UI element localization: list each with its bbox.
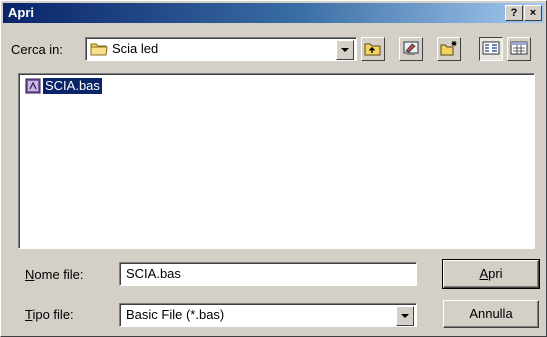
basic-file-icon bbox=[25, 78, 41, 97]
folder-icon bbox=[90, 41, 108, 59]
filetype-dropdown-button[interactable] bbox=[396, 306, 414, 326]
filetype-value: Basic File (*.bas) bbox=[126, 307, 225, 322]
new-folder-button[interactable] bbox=[437, 37, 461, 61]
look-in-dropdown-button[interactable] bbox=[336, 40, 354, 60]
new-folder-icon bbox=[440, 41, 457, 56]
file-name: SCIA.bas bbox=[43, 78, 102, 94]
up-one-level-button[interactable] bbox=[361, 37, 385, 61]
chevron-down-icon bbox=[341, 48, 349, 52]
filetype-label: Tipo file: bbox=[25, 307, 74, 322]
desktop-button[interactable] bbox=[399, 37, 423, 61]
chevron-down-icon bbox=[401, 314, 409, 318]
title-bar[interactable]: Apri ? × bbox=[3, 3, 544, 23]
close-icon: × bbox=[529, 7, 537, 19]
folder-up-icon bbox=[364, 43, 381, 56]
file-list[interactable]: SCIA.bas bbox=[18, 73, 535, 249]
help-button[interactable]: ? bbox=[505, 5, 523, 21]
help-icon: ? bbox=[510, 7, 518, 19]
close-button[interactable]: × bbox=[524, 5, 542, 21]
look-in-combobox[interactable]: Scia led bbox=[85, 37, 357, 61]
list-view-button[interactable] bbox=[479, 37, 503, 61]
look-in-value: Scia led bbox=[112, 41, 159, 56]
list-view-icon bbox=[482, 41, 500, 55]
filename-value: SCIA.bas bbox=[126, 266, 181, 281]
filetype-combobox[interactable]: Basic File (*.bas) bbox=[119, 303, 417, 327]
cancel-button[interactable]: Annulla bbox=[443, 300, 539, 328]
open-button[interactable]: Apri bbox=[442, 259, 540, 289]
window-title: Apri bbox=[8, 5, 34, 20]
details-view-icon bbox=[510, 41, 528, 55]
look-in-label: Cerca in: bbox=[11, 42, 64, 57]
details-view-button[interactable] bbox=[507, 37, 531, 61]
desktop-icon bbox=[403, 41, 419, 55]
filename-input[interactable]: SCIA.bas bbox=[119, 262, 417, 286]
open-dialog: Apri ? × Cerca in: Scia led SCIA.bas Nom… bbox=[0, 0, 547, 337]
filename-label: Nome file: bbox=[25, 267, 84, 282]
